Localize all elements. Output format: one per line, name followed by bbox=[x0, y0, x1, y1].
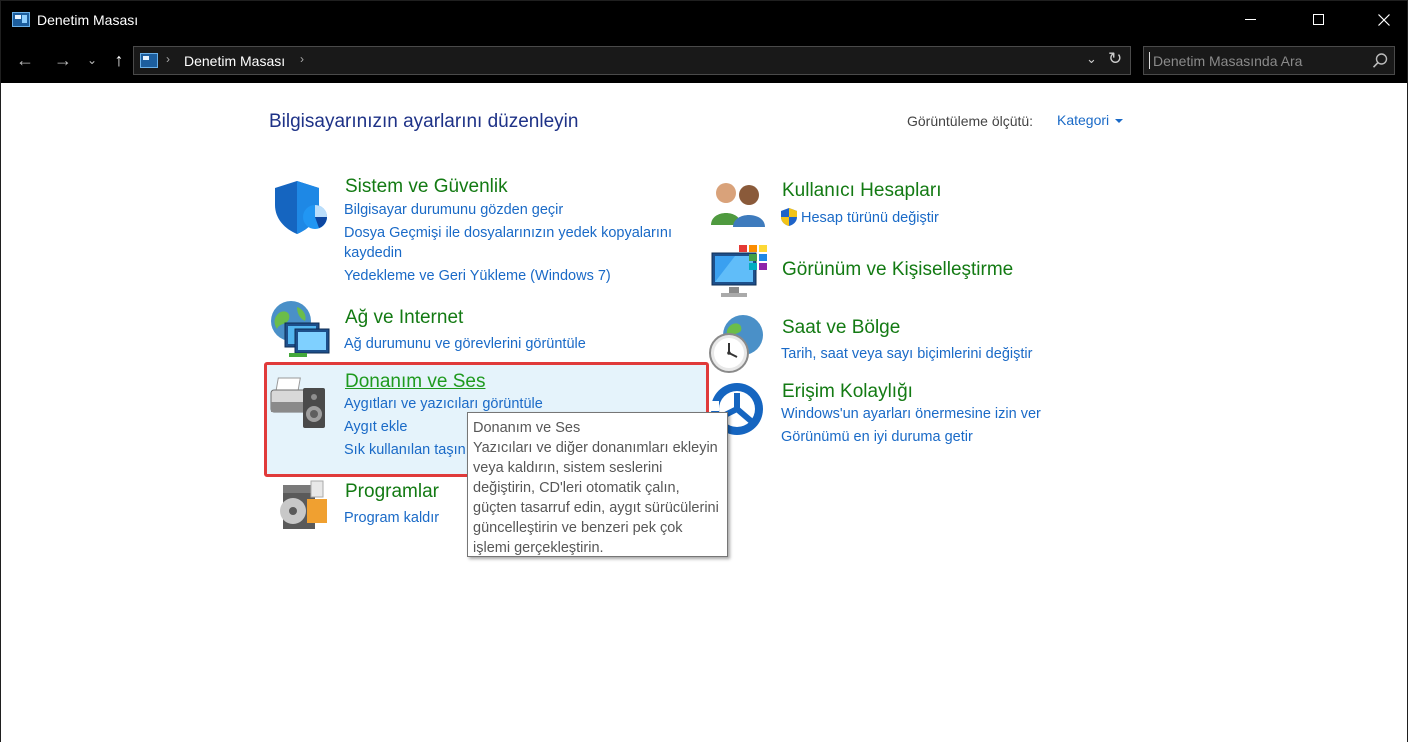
arrow-up-icon: ↑ bbox=[114, 50, 124, 70]
title-bar[interactable]: Denetim Masası bbox=[1, 1, 1407, 39]
search-box[interactable] bbox=[1143, 46, 1395, 75]
user-accounts-icon bbox=[711, 183, 765, 227]
arrow-left-icon: ← bbox=[16, 50, 34, 70]
forward-button[interactable]: → bbox=[51, 49, 75, 73]
control-panel-icon bbox=[140, 53, 158, 68]
tooltip-line: güncelleştirin ve benzeri pek çok bbox=[473, 520, 683, 536]
link-optimize-visual-display[interactable]: Görünümü en iyi duruma getir bbox=[781, 427, 973, 448]
link-backup-restore[interactable]: Yedekleme ve Geri Yükleme (Windows 7) bbox=[344, 266, 611, 287]
link-change-date-time-formats[interactable]: Tarih, saat veya sayı biçimlerini değişt… bbox=[781, 344, 1032, 365]
network-globe-icon bbox=[271, 301, 330, 357]
hardware-sound-tooltip: Donanım ve Ses Yazıcıları ve diğer donan… bbox=[467, 412, 728, 557]
maximize-button[interactable] bbox=[1295, 1, 1341, 39]
search-icon[interactable] bbox=[1371, 52, 1389, 70]
up-button[interactable]: ↑ bbox=[107, 49, 131, 73]
view-by-label: Görüntüleme ölçütü: bbox=[907, 113, 1034, 129]
page-title: Bilgisayarınızın ayarlarını düzenleyin bbox=[269, 111, 579, 132]
link-add-device[interactable]: Aygıt ekle bbox=[344, 417, 407, 438]
breadcrumb-separator-icon[interactable]: › bbox=[166, 52, 170, 66]
programs-icon bbox=[280, 480, 327, 529]
link-uninstall-program[interactable]: Program kaldır bbox=[344, 508, 439, 529]
main-content: Bilgisayarınızın ayarlarını düzenleyin G… bbox=[1, 83, 1407, 742]
tooltip-line: işlemi gerçekleştirin. bbox=[473, 540, 604, 556]
window-title: Denetim Masası bbox=[37, 12, 139, 28]
address-dropdown-icon[interactable]: ⌄ bbox=[1086, 51, 1097, 67]
clock-region-icon bbox=[709, 315, 763, 373]
chevron-down-icon: ⌄ bbox=[86, 53, 98, 67]
dropdown-arrow-icon bbox=[1115, 119, 1124, 124]
link-mobility-settings[interactable]: Sık kullanılan taşın bbox=[344, 440, 466, 461]
category-ease-of-access[interactable]: Erişim Kolaylığı bbox=[782, 381, 913, 403]
close-button[interactable] bbox=[1361, 1, 1407, 39]
category-hardware-sound[interactable]: Donanım ve Ses bbox=[345, 371, 485, 393]
refresh-icon[interactable]: ↻ bbox=[1108, 49, 1122, 69]
link-file-history-continued[interactable]: kaydedin bbox=[344, 243, 402, 264]
minimize-button[interactable] bbox=[1227, 1, 1273, 39]
minimize-icon bbox=[1244, 19, 1256, 21]
printer-speaker-icon bbox=[270, 377, 325, 428]
close-icon bbox=[1378, 13, 1390, 26]
back-button[interactable]: ← bbox=[13, 49, 37, 73]
category-system-security[interactable]: Sistem ve Güvenlik bbox=[345, 176, 508, 198]
link-review-computer-status[interactable]: Bilgisayar durumunu gözden geçir bbox=[344, 200, 563, 221]
navigation-bar: ← → ⌄ ↑ › Denetim Masası › ⌄ ↻ bbox=[1, 39, 1407, 83]
breadcrumb-control-panel[interactable]: Denetim Masası bbox=[184, 53, 285, 69]
control-panel-icon bbox=[12, 12, 30, 27]
view-by-value[interactable]: Kategori bbox=[1057, 112, 1109, 128]
link-change-account-type[interactable]: Hesap türünü değiştir bbox=[801, 208, 939, 229]
link-let-windows-suggest-settings[interactable]: Windows'un ayarları önermesine izin ver bbox=[781, 404, 1041, 425]
search-input[interactable] bbox=[1144, 47, 1364, 74]
tooltip-line: Donanım ve Ses bbox=[473, 420, 581, 436]
category-clock-region[interactable]: Saat ve Bölge bbox=[782, 317, 900, 339]
link-network-status[interactable]: Ağ durumunu ve görevlerini görüntüle bbox=[344, 334, 586, 355]
shield-icon bbox=[275, 181, 327, 234]
link-file-history[interactable]: Dosya Geçmişi ile dosyalarınızın yedek k… bbox=[344, 223, 672, 244]
breadcrumb-separator-icon[interactable]: › bbox=[300, 52, 304, 66]
tooltip-line: değiştirin, CD'leri otomatik çalın, bbox=[473, 480, 680, 496]
view-by-dropdown[interactable]: Kategori bbox=[1057, 112, 1124, 128]
tooltip-line: veya kaldırın, sistem seslerini bbox=[473, 460, 663, 476]
tooltip-line: Yazıcıları ve diğer donanımları ekleyin bbox=[473, 440, 718, 456]
category-programs[interactable]: Programlar bbox=[345, 481, 439, 503]
category-user-accounts[interactable]: Kullanıcı Hesapları bbox=[782, 180, 941, 202]
uac-shield-icon bbox=[781, 208, 797, 226]
recent-locations-button[interactable]: ⌄ bbox=[83, 49, 101, 73]
category-appearance-personalization[interactable]: Görünüm ve Kişiselleştirme bbox=[782, 259, 1013, 281]
address-bar[interactable]: › Denetim Masası › ⌄ ↻ bbox=[133, 46, 1131, 75]
tooltip-line: güçten tasarruf edin, aygıt sürücülerini bbox=[473, 500, 719, 516]
maximize-icon bbox=[1312, 14, 1324, 26]
text-caret bbox=[1149, 52, 1150, 69]
control-panel-window: Denetim Masası ← → ⌄ ↑ › Denetim Masası … bbox=[0, 0, 1408, 742]
appearance-personalization-icon bbox=[711, 245, 767, 297]
category-network-internet[interactable]: Ağ ve Internet bbox=[345, 307, 463, 329]
arrow-right-icon: → bbox=[54, 50, 72, 70]
